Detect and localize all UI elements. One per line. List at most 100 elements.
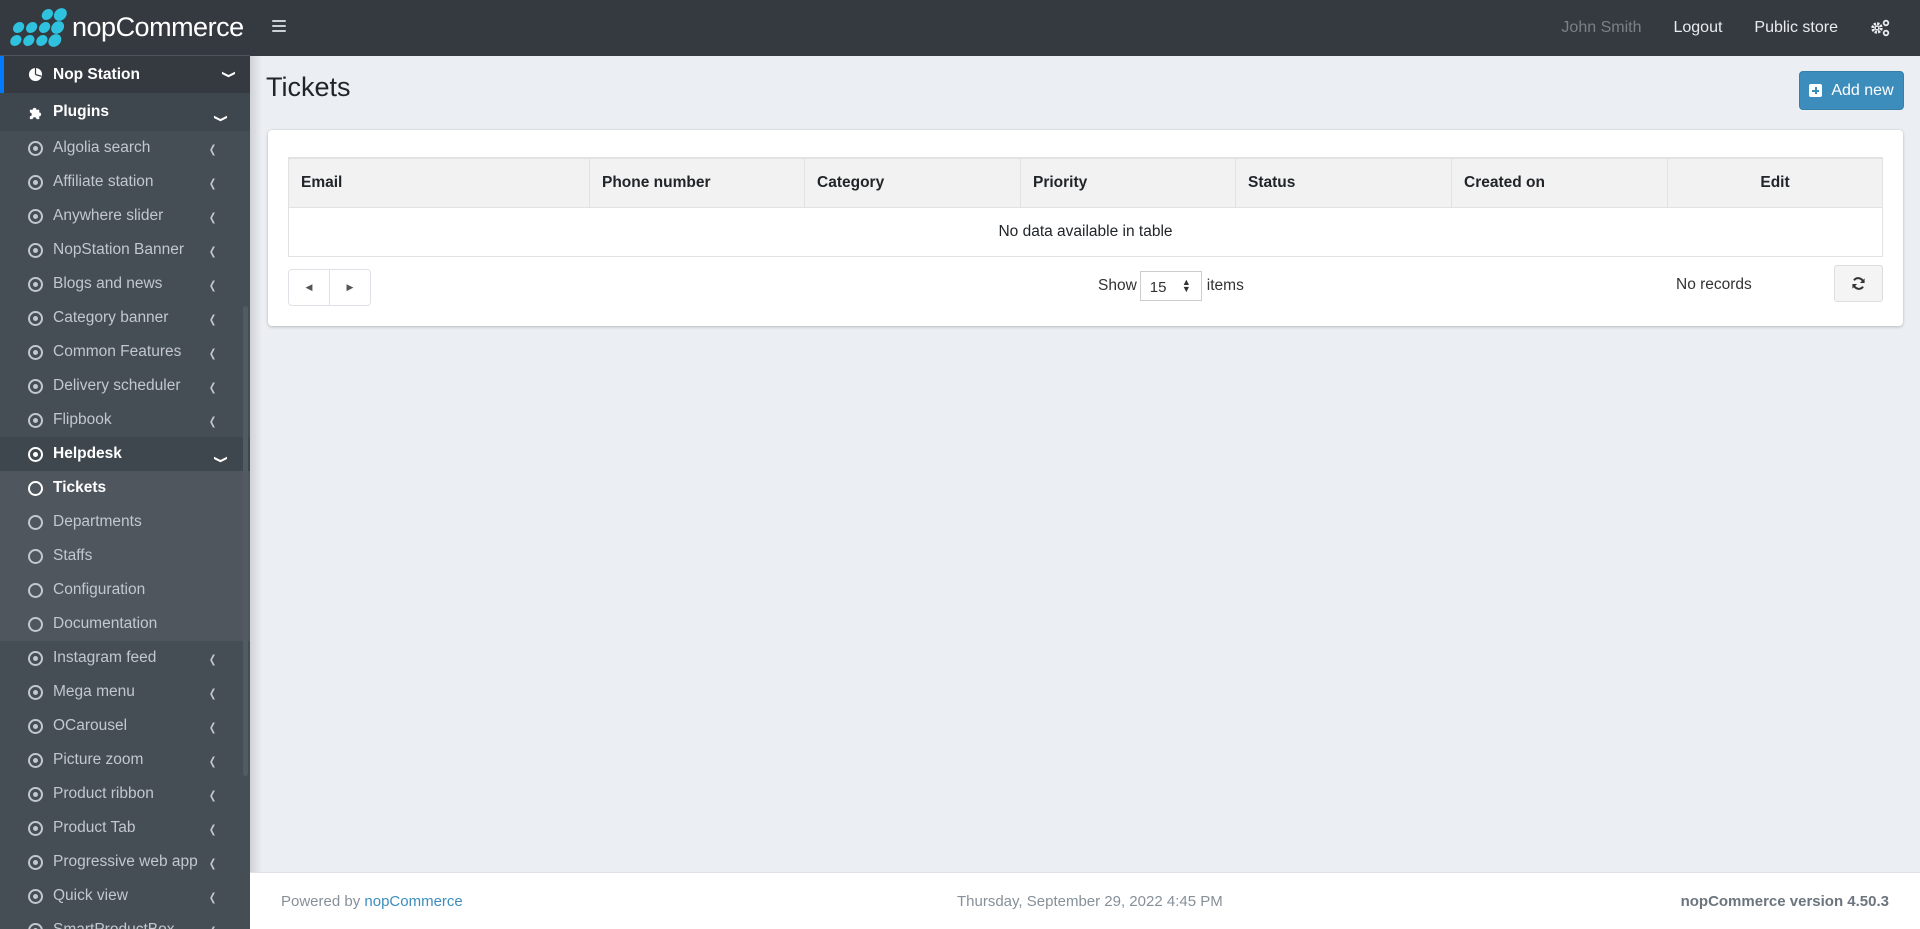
dot-circle-icon <box>27 888 43 904</box>
empty-table-message: No data available in table <box>288 207 1883 257</box>
sidebar-item-staffs[interactable]: Staffs <box>0 539 250 573</box>
sidebar-scrollbar[interactable] <box>243 306 248 776</box>
records-info: No records <box>1676 276 1752 293</box>
add-new-button[interactable]: Add new <box>1799 71 1904 110</box>
column-header-edit: Edit <box>1667 157 1883 208</box>
sidebar-item-label: Plugins <box>53 103 109 120</box>
gears-icon[interactable] <box>1870 19 1890 37</box>
sidebar-item-departments[interactable]: Departments <box>0 505 250 539</box>
chevron-left-icon: ❮ <box>208 144 217 156</box>
dot-circle-icon <box>27 242 43 258</box>
main-content: Tickets Add new Email Phone number Categ… <box>250 56 1920 872</box>
caret-right-icon[interactable]: ▶ <box>329 270 370 305</box>
footer-datetime: Thursday, September 29, 2022 4:45 PM <box>957 893 1223 910</box>
pager: ◀ ▶ <box>288 269 371 306</box>
sidebar-item-algolia-search[interactable]: Algolia search ❮ <box>0 131 250 165</box>
user-name: John Smith <box>1561 19 1642 36</box>
page-size-select[interactable]: 15 ▲ ▼ <box>1139 271 1202 301</box>
tickets-card: Email Phone number Category Priority Sta… <box>268 130 1903 326</box>
chevron-left-icon: ❮ <box>208 178 217 190</box>
chevron-left-icon: ❮ <box>208 824 217 836</box>
puzzle-icon <box>27 104 43 120</box>
sidebar-item-category-banner[interactable]: Category banner ❮ <box>0 301 250 335</box>
circle-icon <box>27 548 43 564</box>
sidebar-item-label: Nop Station <box>53 65 140 83</box>
dot-circle-icon <box>27 310 43 326</box>
sidebar-item-label: Departments <box>53 513 142 530</box>
refresh-button[interactable] <box>1834 265 1883 302</box>
circle-icon <box>27 582 43 598</box>
chevron-down-icon: ❯ <box>213 455 228 464</box>
dot-circle-icon <box>27 276 43 292</box>
powered-by: Powered by nopCommerce <box>281 893 463 910</box>
dot-circle-icon <box>27 378 43 394</box>
sidebar-item-product-ribbon[interactable]: Product ribbon ❮ <box>0 777 250 811</box>
chevron-left-icon: ❮ <box>208 314 217 326</box>
sidebar-item-label: Quick view <box>53 887 128 904</box>
sidebar-item-common-features[interactable]: Common Features ❮ <box>0 335 250 369</box>
sidebar-item-label: Affiliate station <box>53 173 154 190</box>
hamburger-icon[interactable] <box>272 20 286 34</box>
sidebar-item-smartproductbox[interactable]: SmartProductBox ❮ <box>0 913 250 929</box>
chevron-left-icon: ❮ <box>208 756 217 768</box>
logout-link[interactable]: Logout <box>1673 19 1722 37</box>
dot-circle-icon <box>27 684 43 700</box>
sidebar-item-mega-menu[interactable]: Mega menu ❮ <box>0 675 250 709</box>
sidebar-item-label: Configuration <box>53 581 146 598</box>
column-header-priority[interactable]: Priority <box>1020 157 1236 208</box>
sidebar-item-label: Algolia search <box>53 139 151 156</box>
sidebar-item-label: Helpdesk <box>53 445 122 462</box>
sidebar-item-label: Product Tab <box>53 819 136 836</box>
sidebar-item-label: Mega menu <box>53 683 135 700</box>
chevron-down-icon: ❯ <box>221 70 236 79</box>
sidebar-item-label: SmartProductBox <box>53 921 174 929</box>
sidebar-item-anywhere-slider[interactable]: Anywhere slider ❮ <box>0 199 250 233</box>
page-title: Tickets <box>266 72 351 102</box>
public-store-link[interactable]: Public store <box>1754 19 1838 37</box>
chevron-left-icon: ❮ <box>208 382 217 394</box>
page-size-control: Show 15 ▲ ▼ items <box>1098 271 1244 301</box>
chevron-left-icon: ❮ <box>208 212 217 224</box>
sidebar-item-instagram-feed[interactable]: Instagram feed ❮ <box>0 641 250 675</box>
chevron-left-icon: ❮ <box>209 925 216 929</box>
sidebar-item-plugins[interactable]: Plugins ❯ <box>0 93 250 131</box>
column-header-category[interactable]: Category <box>804 157 1021 208</box>
sidebar-item-product-tab[interactable]: Product Tab ❮ <box>0 811 250 845</box>
sidebar-item-nopstation-banner[interactable]: NopStation Banner ❮ <box>0 233 250 267</box>
caret-left-icon[interactable]: ◀ <box>289 270 329 305</box>
column-header-phone-number[interactable]: Phone number <box>589 157 805 208</box>
sort-arrows-icon: ▲ ▼ <box>1181 277 1191 294</box>
footer: Powered by nopCommerce Thursday, Septemb… <box>250 872 1920 929</box>
circle-icon <box>27 514 43 530</box>
sidebar-item-ocarousel[interactable]: OCarousel ❮ <box>0 709 250 743</box>
column-header-status[interactable]: Status <box>1235 157 1452 208</box>
chevron-left-icon: ❮ <box>208 790 217 802</box>
sidebar-item-delivery-scheduler[interactable]: Delivery scheduler ❮ <box>0 369 250 403</box>
sidebar-item-configuration[interactable]: Configuration <box>0 573 250 607</box>
sidebar-item-progressive-web-app[interactable]: Progressive web app ❮ <box>0 845 250 879</box>
chevron-down-icon: ❯ <box>213 114 228 123</box>
column-header-created-on[interactable]: Created on <box>1451 157 1668 208</box>
sidebar-item-affiliate-station[interactable]: Affiliate station ❮ <box>0 165 250 199</box>
sidebar-item-picture-zoom[interactable]: Picture zoom ❮ <box>0 743 250 777</box>
column-header-email[interactable]: Email <box>288 157 590 208</box>
brand-logo[interactable]: nopCommerce <box>0 0 250 56</box>
sidebar-item-tickets[interactable]: Tickets <box>0 471 250 505</box>
sidebar-item-quick-view[interactable]: Quick view ❮ <box>0 879 250 913</box>
chevron-left-icon: ❮ <box>208 348 217 360</box>
chevron-left-icon: ❮ <box>208 280 217 292</box>
dot-circle-icon <box>27 446 43 462</box>
sidebar-item-label: Tickets <box>53 479 107 496</box>
sidebar-item-label: Product ribbon <box>53 785 154 802</box>
sidebar-item-nop-station[interactable]: Nop Station ❯ <box>0 56 250 93</box>
tickets-table: Email Phone number Category Priority Sta… <box>288 157 1883 257</box>
chevron-left-icon: ❮ <box>208 858 217 870</box>
circle-icon <box>27 480 43 496</box>
sidebar-item-blogs-and-news[interactable]: Blogs and news ❮ <box>0 267 250 301</box>
nopcommerce-link[interactable]: nopCommerce <box>364 893 462 910</box>
top-navbar: nopCommerce John Smith Logout Public sto… <box>0 0 1920 56</box>
brand-name: nopCommerce <box>72 12 244 42</box>
sidebar-item-documentation[interactable]: Documentation <box>0 607 250 641</box>
sidebar-item-helpdesk[interactable]: Helpdesk ❯ <box>0 437 250 471</box>
sidebar-item-flipbook[interactable]: Flipbook ❮ <box>0 403 250 437</box>
